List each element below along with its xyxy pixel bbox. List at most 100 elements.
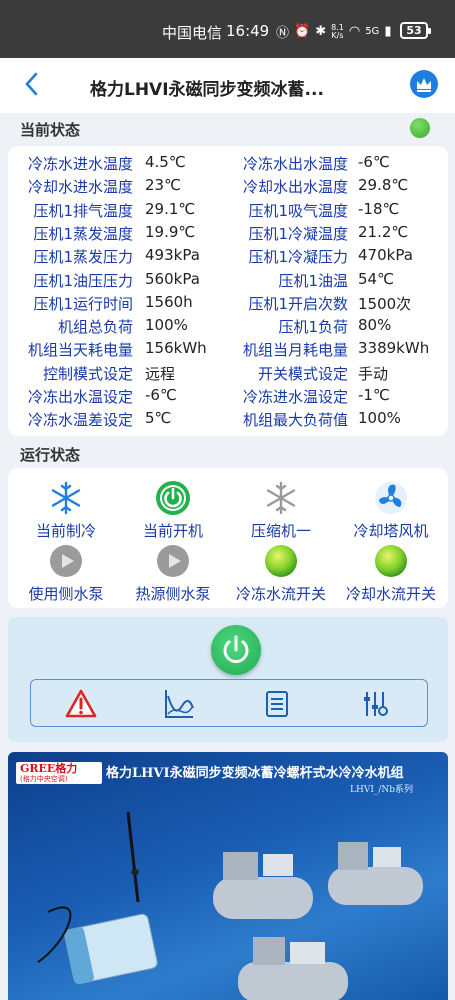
param-value: 54℃ bbox=[358, 269, 394, 288]
run-status-item: 使用侧水泵 bbox=[11, 543, 121, 604]
param-label: 压机1蒸发温度 bbox=[33, 224, 133, 243]
flow-switch-icon bbox=[263, 543, 299, 579]
param-row: 冷冻水进水温度 4.5℃ 冷冻水出水温度 -6℃ bbox=[8, 151, 448, 174]
param-value: 手动 bbox=[358, 364, 389, 383]
fan-icon bbox=[373, 480, 409, 516]
run-status-heading: 运行状态 bbox=[20, 446, 81, 464]
param-value: -6℃ bbox=[145, 386, 177, 404]
param-row: 冷却水进水温度 23℃ 冷却水出水温度 29.8℃ bbox=[8, 174, 448, 197]
param-label: 机组最大负荷值 bbox=[242, 411, 348, 430]
pump-icon bbox=[155, 543, 191, 579]
param-label: 冷冻水进水温度 bbox=[27, 155, 133, 173]
param-row: 控制模式设定 远程 开关模式设定 手动 bbox=[8, 361, 448, 384]
run-status-item: 冷冻水流开关 bbox=[226, 543, 336, 604]
system-status-bar: 中国电信 16:49 Ⓝ ⏰ ✱ 8.1 K/s ◠ 5G ▮ 53 bbox=[0, 0, 455, 58]
crown-icon bbox=[417, 78, 431, 92]
param-row: 压机1排气温度 29.1℃ 压机1吸气温度 -18℃ bbox=[8, 198, 448, 221]
status-icons: Ⓝ ⏰ ✱ 8.1 K/s ◠ 5G ▮ bbox=[276, 22, 391, 41]
run-status-item: 冷却塔风机 bbox=[336, 480, 446, 541]
param-label: 压机1油温 bbox=[278, 271, 348, 290]
power-icon bbox=[155, 480, 191, 516]
run-status-label: 使用侧水泵 bbox=[28, 585, 104, 603]
run-status-label: 热源侧水泵 bbox=[135, 585, 211, 603]
param-label: 冷冻水出水温度 bbox=[242, 155, 348, 173]
param-value: -18℃ bbox=[358, 199, 400, 218]
param-value: 80% bbox=[358, 316, 392, 335]
param-label: 压机1油压压力 bbox=[33, 271, 133, 290]
alarm-button[interactable] bbox=[65, 688, 97, 720]
chart-curve-icon bbox=[165, 690, 194, 718]
param-label: 压机1排气温度 bbox=[33, 201, 133, 220]
param-label: 压机1开启次数 bbox=[248, 294, 348, 313]
curve-button[interactable] bbox=[163, 688, 195, 720]
param-value: 100% bbox=[145, 316, 188, 335]
run-status-label: 冷却水流开关 bbox=[345, 585, 436, 603]
pump-icon bbox=[48, 543, 84, 579]
back-button[interactable] bbox=[24, 72, 38, 103]
param-value: 3389kWh bbox=[358, 339, 430, 358]
battery-icon: 53 bbox=[400, 22, 431, 39]
run-status-item: 当前制冷 bbox=[11, 480, 121, 541]
nfc-icon: Ⓝ bbox=[276, 26, 290, 41]
run-status-item: 冷却水流开关 bbox=[336, 543, 446, 604]
param-value: 远程 bbox=[145, 364, 176, 383]
online-status-indicator bbox=[410, 118, 430, 138]
param-label: 压机1冷凝压力 bbox=[248, 248, 348, 267]
param-label: 压机1运行时间 bbox=[33, 294, 133, 313]
run-status-label: 冷却塔风机 bbox=[353, 522, 429, 540]
param-value: 1500次 bbox=[358, 294, 412, 313]
parameter-panel: 冷冻水进水温度 4.5℃ 冷冻水出水温度 -6℃ 冷却水进水温度 23℃ 冷却水出水温度 29… bbox=[8, 146, 448, 436]
param-label: 冷却水进水温度 bbox=[27, 178, 133, 197]
run-status-item: 压缩机一 bbox=[226, 480, 336, 541]
document-list-icon bbox=[266, 691, 288, 717]
snowflake-gray-icon bbox=[263, 480, 299, 516]
param-label: 开关模式设定 bbox=[257, 364, 348, 383]
current-status-heading: 当前状态 bbox=[20, 121, 81, 139]
gree-logo: GREE格力 (格力中央空调) bbox=[16, 762, 102, 784]
run-status-item: 热源侧水泵 bbox=[118, 543, 228, 604]
records-button[interactable] bbox=[261, 688, 293, 720]
param-row: 压机1运行时间 1560h 压机1开启次数 1500次 bbox=[8, 291, 448, 314]
param-label: 冷却水出水温度 bbox=[242, 178, 348, 197]
param-value: -1℃ bbox=[358, 386, 390, 404]
param-label: 压机1冷凝温度 bbox=[248, 224, 348, 243]
param-label: 压机1负荷 bbox=[278, 318, 348, 337]
param-label: 冷冻进水温设定 bbox=[242, 388, 348, 406]
banner-title: 格力LHVI永磁同步变频冰蓄冷螺杆式水冷冷水机组 bbox=[106, 766, 404, 781]
param-value: 21.2℃ bbox=[358, 222, 409, 241]
param-value: 19.9℃ bbox=[145, 222, 196, 241]
param-label: 控制模式设定 bbox=[42, 364, 133, 383]
param-value: 5℃ bbox=[145, 409, 172, 428]
param-row: 机组总负荷 100% 压机1负荷 80% bbox=[8, 314, 448, 337]
run-status-panel: 当前制冷 当前开机 压缩机一 冷却塔风机 使用侧水泵 热源侧水泵 冷冻水流开关 冷却水流开关 bbox=[8, 468, 448, 608]
param-value: 560kPa bbox=[145, 269, 200, 288]
bluetooth-icon: ✱ bbox=[315, 24, 327, 39]
param-label: 机组当月耗电量 bbox=[242, 341, 348, 360]
run-status-label: 当前制冷 bbox=[35, 522, 96, 540]
param-label: 机组总负荷 bbox=[57, 318, 133, 337]
product-illustration bbox=[37, 811, 423, 1000]
control-panel bbox=[8, 617, 448, 742]
param-value: 4.5℃ bbox=[145, 153, 186, 171]
param-label: 冷冻出水温设定 bbox=[27, 388, 133, 406]
param-value: 29.1℃ bbox=[145, 199, 196, 218]
param-label: 冷冻水温差设定 bbox=[27, 411, 133, 430]
power-button[interactable] bbox=[211, 625, 261, 675]
param-row: 机组当天耗电量 156kWh 机组当月耗电量 3389kWh bbox=[8, 337, 448, 360]
signal-icon: ▮ bbox=[384, 24, 392, 39]
wifi-icon: ◠ bbox=[348, 24, 361, 39]
page-title: 格力LHVI永磁同步变频冰蓄... bbox=[90, 80, 324, 100]
function-toolbar bbox=[30, 679, 428, 727]
param-row: 压机1蒸发压力 493kPa 压机1冷凝压力 470kPa bbox=[8, 244, 448, 267]
param-value: 470kPa bbox=[358, 246, 413, 265]
param-label: 压机1吸气温度 bbox=[248, 201, 348, 220]
carrier-name: 中国电信 bbox=[162, 24, 223, 42]
param-label: 机组当天耗电量 bbox=[27, 341, 133, 360]
crown-button[interactable] bbox=[410, 70, 438, 98]
flow-switch-icon bbox=[373, 543, 409, 579]
param-value: 29.8℃ bbox=[358, 176, 409, 195]
clock: 16:49 bbox=[226, 22, 270, 40]
settings-button[interactable] bbox=[359, 688, 391, 720]
param-row: 压机1油压压力 560kPa 压机1油温 54℃ bbox=[8, 268, 448, 291]
alarm-icon: ⏰ bbox=[294, 24, 311, 39]
